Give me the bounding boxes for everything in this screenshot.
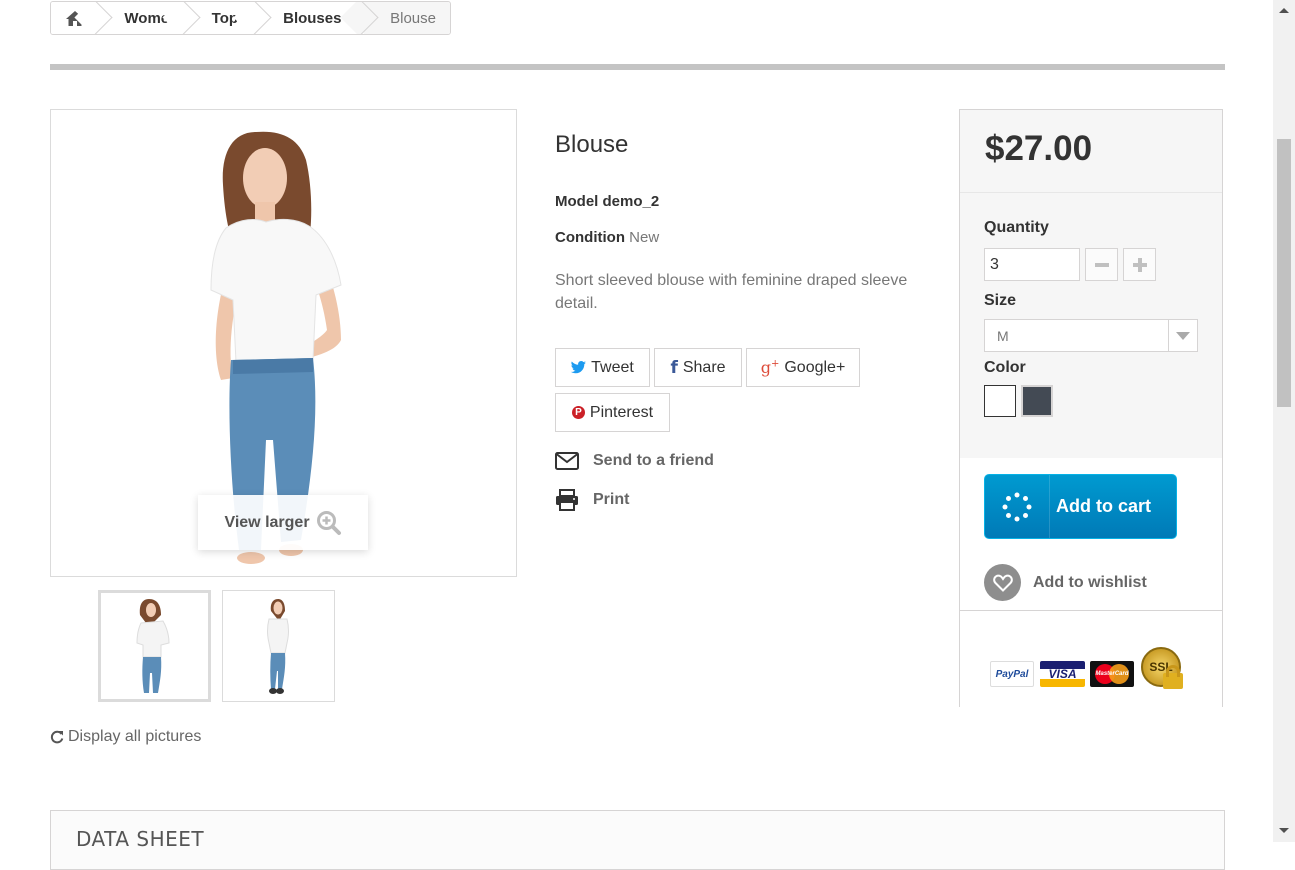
twitter-icon bbox=[571, 361, 587, 374]
display-all-pictures-link[interactable]: Display all pictures bbox=[50, 728, 201, 746]
pinterest-button[interactable]: P Pinterest bbox=[555, 393, 670, 432]
color-swatch-dark[interactable] bbox=[1021, 385, 1053, 417]
zoom-in-icon bbox=[316, 510, 341, 535]
pinterest-icon: P bbox=[571, 406, 585, 419]
plus-icon bbox=[1132, 257, 1147, 272]
color-swatch-white[interactable] bbox=[984, 385, 1016, 417]
breadcrumb-home[interactable] bbox=[51, 2, 114, 34]
facebook-icon: f bbox=[670, 357, 678, 378]
google-plus-label: Google+ bbox=[784, 358, 846, 376]
add-to-wishlist-link[interactable]: Add to wishlist bbox=[984, 564, 1147, 601]
cart-area: Add to cart Add to wishlist bbox=[960, 458, 1222, 610]
printer-icon bbox=[556, 489, 578, 511]
add-to-cart-button[interactable]: Add to cart bbox=[984, 474, 1177, 539]
minus-icon bbox=[1094, 262, 1109, 267]
print-link[interactable]: Print bbox=[555, 489, 629, 511]
quantity-decrease-button[interactable] bbox=[1085, 248, 1118, 281]
breadcrumb-label: Blouse bbox=[390, 9, 436, 27]
condition-value: New bbox=[629, 229, 660, 246]
breadcrumb-label: Blouses bbox=[283, 9, 342, 27]
product-price: $27.00 bbox=[985, 129, 1093, 168]
visa-logo: VISA bbox=[1040, 661, 1085, 687]
breadcrumb-item-blouses[interactable]: Blouses bbox=[257, 2, 379, 34]
product-condition: Condition New bbox=[555, 229, 659, 246]
main-product-image[interactable]: View larger bbox=[50, 109, 517, 577]
paypal-logo: PayPal bbox=[990, 661, 1034, 687]
buy-box: $27.00 Quantity Size M Color bbox=[959, 109, 1223, 707]
size-select[interactable]: M bbox=[984, 319, 1198, 352]
scrollbar-thumb[interactable] bbox=[1277, 139, 1291, 407]
size-value: M bbox=[997, 328, 1009, 344]
condition-label: Condition bbox=[555, 229, 625, 246]
tweet-label: Tweet bbox=[591, 358, 634, 376]
thumbnail-photo bbox=[267, 599, 289, 694]
envelope-icon bbox=[555, 452, 579, 470]
product-model: Model demo_2 bbox=[555, 193, 659, 210]
size-label: Size bbox=[984, 292, 1017, 309]
divider bbox=[50, 64, 1225, 70]
color-label: Color bbox=[984, 359, 1026, 376]
print-label: Print bbox=[593, 491, 630, 508]
thumbnail-1[interactable] bbox=[98, 590, 211, 702]
model-label: Model bbox=[555, 193, 599, 210]
model-value: demo_2 bbox=[602, 193, 660, 210]
view-larger-label: View larger bbox=[224, 513, 310, 531]
tweet-button[interactable]: Tweet bbox=[555, 348, 650, 387]
pinterest-label: Pinterest bbox=[589, 403, 654, 421]
add-to-cart-label: Add to cart bbox=[1056, 496, 1152, 516]
ssl-seal-icon: SSL bbox=[1141, 647, 1187, 693]
payment-logos: PayPal VISA MasterCard SSL bbox=[960, 610, 1222, 707]
share-label: Share bbox=[682, 358, 726, 376]
view-larger-button[interactable]: View larger bbox=[198, 495, 368, 550]
product-title: Blouse bbox=[555, 131, 629, 158]
heart-icon bbox=[984, 564, 1021, 601]
mastercard-logo: MasterCard bbox=[1090, 661, 1134, 687]
quantity-label: Quantity bbox=[984, 219, 1049, 236]
chevron-down-icon bbox=[1168, 320, 1197, 351]
send-to-friend-label: Send to a friend bbox=[593, 452, 714, 469]
loading-spinner-icon bbox=[985, 475, 1050, 538]
send-to-friend-link[interactable]: Send to a friend bbox=[555, 452, 714, 470]
google-plus-button[interactable]: g+ Google+ bbox=[746, 348, 860, 387]
add-to-wishlist-label: Add to wishlist bbox=[1033, 573, 1147, 591]
price-area: $27.00 bbox=[960, 110, 1222, 193]
thumbnail-2[interactable] bbox=[222, 590, 335, 702]
scroll-down-icon[interactable] bbox=[1279, 828, 1289, 833]
product-description: Short sleeved blouse with feminine drape… bbox=[555, 272, 908, 312]
product-page: Women Tops Blouses Blouse View larger Di… bbox=[0, 0, 1273, 870]
facebook-share-button[interactable]: f Share bbox=[654, 348, 742, 387]
refresh-icon bbox=[50, 730, 64, 744]
display-all-label: Display all pictures bbox=[68, 728, 202, 745]
thumbnail-photo bbox=[136, 599, 170, 693]
mastercard-label: MasterCard bbox=[1095, 671, 1129, 677]
data-sheet-section: DATA SHEET bbox=[50, 810, 1225, 870]
quantity-input[interactable] bbox=[984, 248, 1080, 281]
google-plus-icon: g+ bbox=[760, 358, 780, 377]
vertical-scrollbar[interactable] bbox=[1273, 0, 1295, 842]
quantity-increase-button[interactable] bbox=[1123, 248, 1156, 281]
breadcrumb: Women Tops Blouses Blouse bbox=[50, 1, 451, 35]
data-sheet-title: DATA SHEET bbox=[76, 827, 205, 851]
scroll-up-icon[interactable] bbox=[1279, 8, 1289, 13]
